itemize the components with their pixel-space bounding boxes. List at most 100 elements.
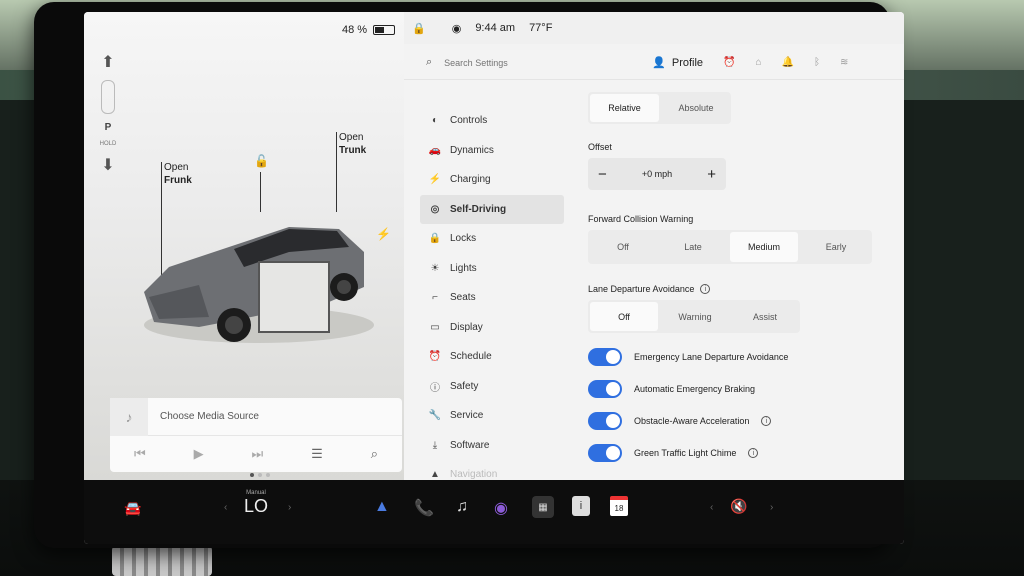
charge-port-bolt-icon[interactable]: ⚡ xyxy=(376,227,391,241)
frunk-label: Frunk xyxy=(164,174,192,186)
toggle-switch[interactable] xyxy=(588,412,622,430)
fcw-option-medium[interactable]: Medium xyxy=(730,232,798,262)
fcw-label: Forward Collision Warning xyxy=(588,214,694,224)
toggle-switch[interactable] xyxy=(588,348,622,366)
info-icon[interactable]: i xyxy=(748,448,759,458)
reverse-down-arrow-icon[interactable]: ⬇ xyxy=(101,155,114,175)
gear-selector[interactable]: ⬆ P HOLD ⬇ xyxy=(96,52,120,252)
open-frunk-button[interactable]: Open Frunk xyxy=(164,162,192,187)
unlock-icon[interactable]: 🔓 xyxy=(254,154,269,168)
menu-item-label: Seats xyxy=(450,292,476,304)
menu-item-label: Safety xyxy=(450,380,479,392)
wrench-icon: 🔧 xyxy=(428,410,442,422)
fcw-option-early[interactable]: Early xyxy=(800,230,872,264)
decrease-offset-button[interactable]: − xyxy=(598,166,607,183)
lda-option-warning[interactable]: Warning xyxy=(660,300,730,333)
camera-icon[interactable]: ◉ xyxy=(494,498,508,518)
info-icon[interactable]: i xyxy=(761,416,772,426)
menu-item-seats[interactable]: ⌐ Seats xyxy=(420,283,564,313)
menu-item-label: Charging xyxy=(450,174,491,186)
gear-park: P xyxy=(104,122,112,133)
previous-track-icon[interactable]: ⏮ xyxy=(134,446,146,462)
seat-icon: ⌐ xyxy=(432,292,438,304)
lda-info-icon[interactable]: i xyxy=(700,284,711,294)
open-trunk-button[interactable]: Open Trunk xyxy=(339,132,366,157)
menu-item-safety[interactable]: ⓘ Safety xyxy=(420,372,564,402)
menu-item-label: Software xyxy=(450,439,490,451)
dashboard-right xyxy=(884,100,1024,480)
info-icon: ⓘ xyxy=(430,382,440,394)
car-icon[interactable]: 🚘 xyxy=(124,500,141,517)
menu-item-locks[interactable]: 🔒 Locks xyxy=(420,224,564,254)
lock-status-icon[interactable]: 🔒 xyxy=(412,22,426,35)
menu-item-label: Schedule xyxy=(450,351,492,363)
media-search-icon[interactable]: ⌕ xyxy=(371,446,378,462)
search-input[interactable] xyxy=(444,57,605,68)
lock-callout-line xyxy=(260,172,261,212)
toggle-row: Green Traffic Light Chime i xyxy=(588,437,888,469)
alarm-icon: ⏰ xyxy=(428,351,442,363)
temp-up-chevron-icon[interactable]: › xyxy=(288,502,291,513)
navigation-app-icon[interactable]: ▲ xyxy=(374,498,390,516)
app-launcher-icon[interactable]: ▦ xyxy=(532,496,554,518)
offset-value: +0 mph xyxy=(641,169,673,179)
menu-item-dynamics[interactable]: 🚗 Dynamics xyxy=(420,136,564,166)
menu-item-label: Service xyxy=(450,410,484,422)
menu-item-label: Display xyxy=(450,321,483,333)
toggle-switch[interactable] xyxy=(588,380,622,398)
menu-item-software[interactable]: ⤓ Software xyxy=(420,431,564,461)
person-icon: 👤 xyxy=(652,57,666,69)
menu-item-label: Controls xyxy=(450,115,488,127)
battery-percent: 48 % xyxy=(342,24,368,36)
drive-up-arrow-icon[interactable]: ⬆ xyxy=(101,52,114,72)
menu-item-self-driving[interactable]: ◎ Self-Driving xyxy=(420,194,564,224)
media-source-row[interactable]: ♪ Choose Media Source xyxy=(110,397,402,436)
increase-offset-button[interactable]: + xyxy=(707,166,716,183)
profile-button[interactable]: 👤 Profile xyxy=(652,56,703,70)
download-icon: ⤓ xyxy=(432,439,438,451)
wifi-settings-icon[interactable]: ≋ xyxy=(840,57,848,68)
next-track-icon[interactable]: ⏭ xyxy=(252,446,264,462)
bottom-dock: 🚘 ‹ Manual LO › ▲ 📞 ♫ ◉ ▦ i 18 ‹ 🔇 › xyxy=(84,480,904,544)
lda-option-off[interactable]: Off xyxy=(590,302,658,331)
garage-icon[interactable]: ⌂ xyxy=(756,57,762,68)
menu-item-label: Self-Driving xyxy=(450,203,507,215)
car-visualization-panel: 48 % ⬆ P HOLD ⬇ Open Frunk Open Trunk 🔓 xyxy=(84,12,404,480)
menu-item-controls[interactable]: ◐ Controls xyxy=(420,106,564,136)
media-source-text: Choose Media Source xyxy=(160,411,259,422)
menu-item-display[interactable]: ▭ Display xyxy=(420,313,564,343)
menu-item-service[interactable]: 🔧 Service xyxy=(420,401,564,431)
fcw-option-off[interactable]: Off xyxy=(588,230,658,264)
steering-wheel-icon: ◎ xyxy=(430,203,440,215)
menu-item-schedule[interactable]: ⏰ Schedule xyxy=(420,342,564,372)
climate-control[interactable]: Manual LO xyxy=(244,490,268,517)
fcw-option-late[interactable]: Late xyxy=(658,230,728,264)
offset-label: Offset xyxy=(588,142,612,152)
mute-icon[interactable]: 🔇 xyxy=(730,498,747,515)
manual-app-icon[interactable]: i xyxy=(572,496,590,516)
media-player: ♪ Choose Media Source ⏮ ▶ ⏭ ☰ ⌕ xyxy=(110,397,402,472)
menu-item-charging[interactable]: ⚡ Charging xyxy=(420,165,564,195)
option-relative[interactable]: Relative xyxy=(590,94,659,122)
lda-selector: Off Warning Assist xyxy=(588,300,800,333)
phone-icon[interactable]: 📞 xyxy=(414,498,434,518)
toggle-switch[interactable] xyxy=(588,444,622,462)
speed-offset-mode-selector: Relative Absolute xyxy=(588,92,731,124)
toggle-row: Automatic Emergency Braking xyxy=(588,373,888,405)
status-bar: 🔒 ◉ 9:44 am 77°F xyxy=(404,12,904,44)
outside-temperature: 77°F xyxy=(529,22,553,34)
page-dot xyxy=(258,473,262,477)
option-absolute[interactable]: Absolute xyxy=(661,92,731,124)
equalizer-icon[interactable]: ☰ xyxy=(311,446,323,462)
play-icon[interactable]: ▶ xyxy=(194,446,204,462)
volume-down-chevron-icon[interactable]: ‹ xyxy=(710,502,713,513)
volume-up-chevron-icon[interactable]: › xyxy=(770,502,773,513)
bell-icon[interactable]: 🔔 xyxy=(782,57,794,68)
music-icon[interactable]: ♫ xyxy=(456,498,468,516)
bluetooth-icon[interactable]: ᛒ xyxy=(814,57,820,68)
calendar-icon[interactable]: 18 xyxy=(610,496,628,516)
alarm-clock-icon[interactable]: ⏰ xyxy=(723,57,735,68)
lda-option-assist[interactable]: Assist xyxy=(730,300,800,333)
temp-down-chevron-icon[interactable]: ‹ xyxy=(224,502,227,513)
menu-item-lights[interactable]: ☀ Lights xyxy=(420,254,564,284)
